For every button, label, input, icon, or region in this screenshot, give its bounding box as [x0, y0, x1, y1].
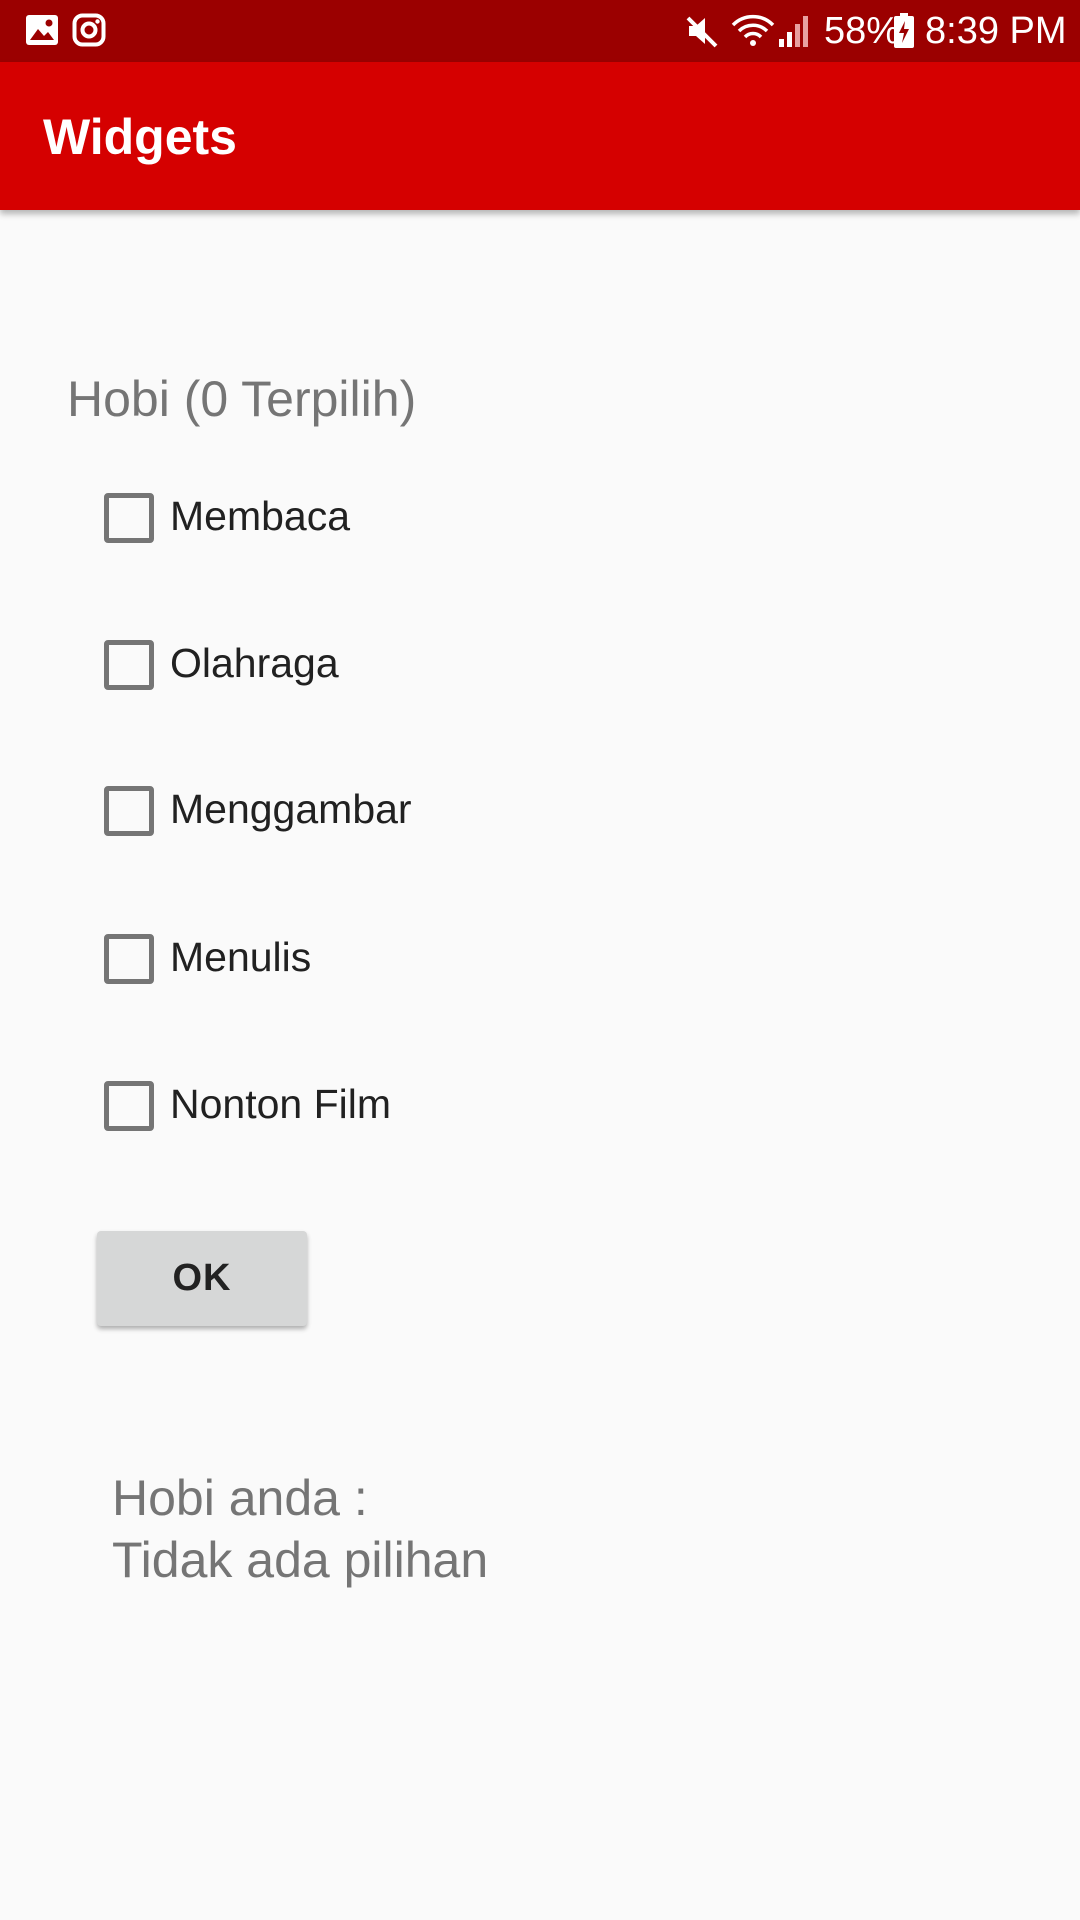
checkbox-label: Olahraga — [170, 640, 339, 686]
checkbox-icon[interactable] — [104, 493, 154, 543]
hobby-section-title: Hobi (0 Terpilih) — [67, 371, 417, 427]
checkbox-label: Menulis — [170, 934, 312, 980]
signal-icon — [778, 13, 812, 49]
battery-percentage: 58% — [824, 10, 901, 52]
app-title: Widgets — [43, 109, 237, 165]
result-text: Hobi anda : Tidak ada pilihan — [112, 1467, 488, 1591]
clock: 8:39 PM — [925, 10, 1067, 52]
checkbox-label: Menggambar — [170, 786, 412, 832]
ok-button[interactable]: OK — [97, 1231, 307, 1326]
checkbox-icon[interactable] — [104, 934, 154, 984]
result-value: Tidak ada pilihan — [112, 1532, 489, 1588]
checkbox-membaca[interactable]: Membaca — [102, 485, 702, 549]
checkbox-label: Nonton Film — [170, 1081, 392, 1127]
checkbox-menggambar[interactable]: Menggambar — [102, 778, 702, 842]
app-bar: Widgets — [0, 62, 1080, 210]
checkbox-icon[interactable] — [104, 786, 154, 836]
instagram-icon — [72, 13, 106, 49]
checkbox-icon[interactable] — [104, 1081, 154, 1131]
checkbox-nonton-film[interactable]: Nonton Film — [102, 1073, 702, 1137]
battery-charging-icon — [893, 13, 915, 49]
result-heading: Hobi anda : — [112, 1470, 368, 1526]
gallery-icon — [25, 13, 59, 49]
checkbox-icon[interactable] — [104, 640, 154, 690]
checkbox-menulis[interactable]: Menulis — [102, 926, 702, 990]
wifi-icon — [730, 13, 776, 49]
status-bar: 58% 8:39 PM — [0, 0, 1080, 62]
screen: 58% 8:39 PM Widgets Hobi (0 Terpilih) Me… — [0, 0, 1080, 1920]
checkbox-olahraga[interactable]: Olahraga — [102, 632, 702, 696]
mute-icon — [684, 13, 720, 49]
checkbox-label: Membaca — [170, 493, 351, 539]
